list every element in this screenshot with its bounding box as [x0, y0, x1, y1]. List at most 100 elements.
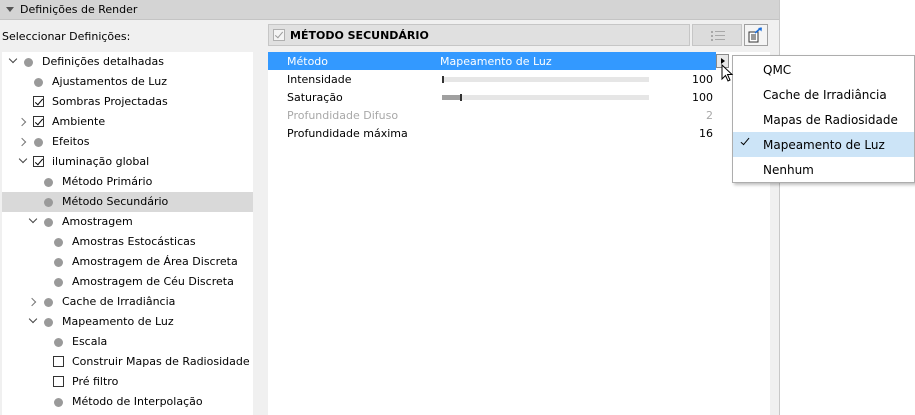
chevron-right-icon[interactable]	[27, 297, 38, 307]
menu-item-label: Mapeamento de Luz	[763, 137, 885, 152]
export-icon	[748, 27, 762, 43]
property-name: Método	[287, 54, 329, 68]
bullet-icon	[54, 278, 63, 287]
saturation-slider[interactable]	[442, 94, 649, 101]
tree-item-discrete-sky-sampling[interactable]: Amostragem de Céu Discreta	[2, 272, 253, 292]
checkbox[interactable]	[53, 356, 64, 367]
tree-item-label: Amostragem de Área Discreta	[72, 255, 238, 268]
tree-item-stochastic-samples[interactable]: Amostras Estocásticas	[2, 232, 253, 252]
bullet-icon	[54, 258, 63, 267]
tree-item-light-mapping[interactable]: Mapeamento de Luz	[2, 312, 253, 332]
tree-item-build-radiosity-maps[interactable]: Construir Mapas de Radiosidade	[2, 352, 253, 372]
panel-title: Definições de Render	[20, 3, 138, 16]
panel-header[interactable]: Definições de Render	[0, 0, 780, 20]
tree-item-label: Amostragem	[62, 215, 133, 228]
chevron-right-icon[interactable]	[17, 137, 28, 147]
tree-item-label: Método Secundário	[62, 195, 169, 208]
collapse-triangle-icon[interactable]	[6, 7, 14, 12]
tree-item-primary-method[interactable]: Método Primário	[2, 172, 253, 192]
tree-item-label: Método de Interpolação	[72, 395, 203, 408]
tree-item-label: iluminação global	[52, 155, 150, 168]
menu-item-label: Cache de Irradiância	[763, 87, 887, 102]
property-name: Intensidade	[287, 72, 352, 86]
mouse-cursor-icon	[721, 64, 734, 82]
chevron-right-icon[interactable]	[17, 117, 28, 127]
tree-item-effects[interactable]: Efeitos	[2, 132, 253, 152]
property-row-max-depth[interactable]: Profundidade máxima 16	[268, 124, 728, 142]
tree-item-secondary-method[interactable]: Método Secundário	[2, 192, 253, 212]
export-button[interactable]	[744, 24, 768, 46]
tree-item-interpolation-method[interactable]: Método de Interpolação	[2, 392, 253, 412]
menu-item-none[interactable]: Nenhum	[733, 157, 914, 182]
bullet-icon	[54, 338, 63, 347]
menu-item-light-mapping[interactable]: Mapeamento de Luz	[733, 132, 914, 157]
property-name: Profundidade máxima	[287, 126, 408, 140]
tree-item-label: Escala	[72, 335, 108, 348]
tree-item-scale[interactable]: Escala	[2, 332, 253, 352]
chevron-down-icon[interactable]	[18, 154, 28, 167]
checkbox[interactable]	[33, 156, 44, 167]
checkbox[interactable]	[33, 116, 44, 127]
intensity-slider[interactable]	[442, 76, 649, 83]
property-value: 100	[692, 90, 713, 104]
tree-item-label: Efeitos	[52, 135, 90, 148]
chevron-down-icon[interactable]	[28, 214, 38, 227]
bullet-icon	[44, 218, 53, 227]
checkbox[interactable]	[53, 376, 64, 387]
properties-panel: Método Mapeamento de Luz Intensidade 100…	[268, 52, 770, 415]
tree-item-sampling[interactable]: Amostragem	[2, 212, 253, 232]
property-name: Profundidade Difuso	[287, 108, 399, 122]
menu-item-label: QMC	[763, 62, 792, 77]
tree-item-detailed-settings[interactable]: Definições detalhadas	[2, 52, 253, 72]
property-value: 16	[699, 126, 713, 140]
tree-item-cast-shadows[interactable]: Sombras Projectadas	[2, 92, 253, 112]
property-value: 100	[692, 72, 713, 86]
tree-item-discrete-area-sampling[interactable]: Amostragem de Área Discreta	[2, 252, 253, 272]
tree-item-label: Sombras Projectadas	[52, 95, 168, 108]
tree-item-label: Cache de Irradiância	[62, 295, 176, 308]
checkmark-icon	[740, 135, 750, 146]
property-row-diffuse-depth: Profundidade Difuso 2	[268, 106, 728, 124]
tree-item-irradiance-cache[interactable]: Cache de Irradiância	[2, 292, 253, 312]
bullet-icon	[34, 138, 43, 147]
bullet-icon	[54, 238, 63, 247]
tree-item-label: Ajustamentos de Luz	[52, 75, 167, 88]
tree-item-label: Mapeamento de Luz	[62, 315, 174, 328]
tree-item-label: Ambiente	[52, 115, 106, 128]
chevron-down-icon[interactable]	[8, 54, 18, 67]
menu-item-label: Nenhum	[763, 162, 814, 177]
tree-item-global-illumination[interactable]: iluminação global	[2, 152, 253, 172]
menu-item-radiosity-maps[interactable]: Mapas de Radiosidade	[733, 107, 914, 132]
slider-handle[interactable]	[442, 76, 444, 83]
property-value: 2	[706, 108, 713, 122]
tree-item-label: Definições detalhadas	[42, 55, 164, 68]
section-title: MÉTODO SECUNDÁRIO	[290, 28, 429, 42]
property-value: Mapeamento de Luz	[440, 54, 552, 68]
bullet-icon	[44, 198, 53, 207]
chevron-down-icon[interactable]	[28, 314, 38, 327]
settings-tree: Definições detalhadas Ajustamentos de Lu…	[2, 52, 253, 415]
select-settings-label: Seleccionar Definições:	[2, 30, 131, 43]
tree-item-environment[interactable]: Ambiente	[2, 112, 253, 132]
bullet-icon	[44, 298, 53, 307]
bullet-icon	[44, 318, 53, 327]
section-checkbox[interactable]	[273, 29, 285, 41]
property-name: Saturação	[287, 90, 343, 104]
list-view-button[interactable]	[692, 24, 742, 46]
bullet-icon	[44, 178, 53, 187]
menu-item-irradiance-cache[interactable]: Cache de Irradiância	[733, 82, 914, 107]
bullet-icon	[34, 78, 43, 87]
slider-handle[interactable]	[460, 94, 462, 101]
tree-item-pre-filter[interactable]: Pré filtro	[2, 372, 253, 392]
tree-item-label: Pré filtro	[72, 375, 119, 388]
slider-fill	[442, 95, 461, 100]
property-row-intensity[interactable]: Intensidade 100	[268, 70, 728, 88]
bullet-icon	[24, 58, 33, 67]
section-header: MÉTODO SECUNDÁRIO	[268, 24, 690, 46]
menu-item-qmc[interactable]: QMC	[733, 57, 914, 82]
property-row-saturation[interactable]: Saturação 100	[268, 88, 728, 106]
method-dropdown-menu: QMC Cache de Irradiância Mapas de Radios…	[732, 55, 915, 183]
property-row-method[interactable]: Método Mapeamento de Luz	[268, 52, 716, 70]
checkbox[interactable]	[33, 96, 44, 107]
tree-item-light-adjustments[interactable]: Ajustamentos de Luz	[2, 72, 253, 92]
